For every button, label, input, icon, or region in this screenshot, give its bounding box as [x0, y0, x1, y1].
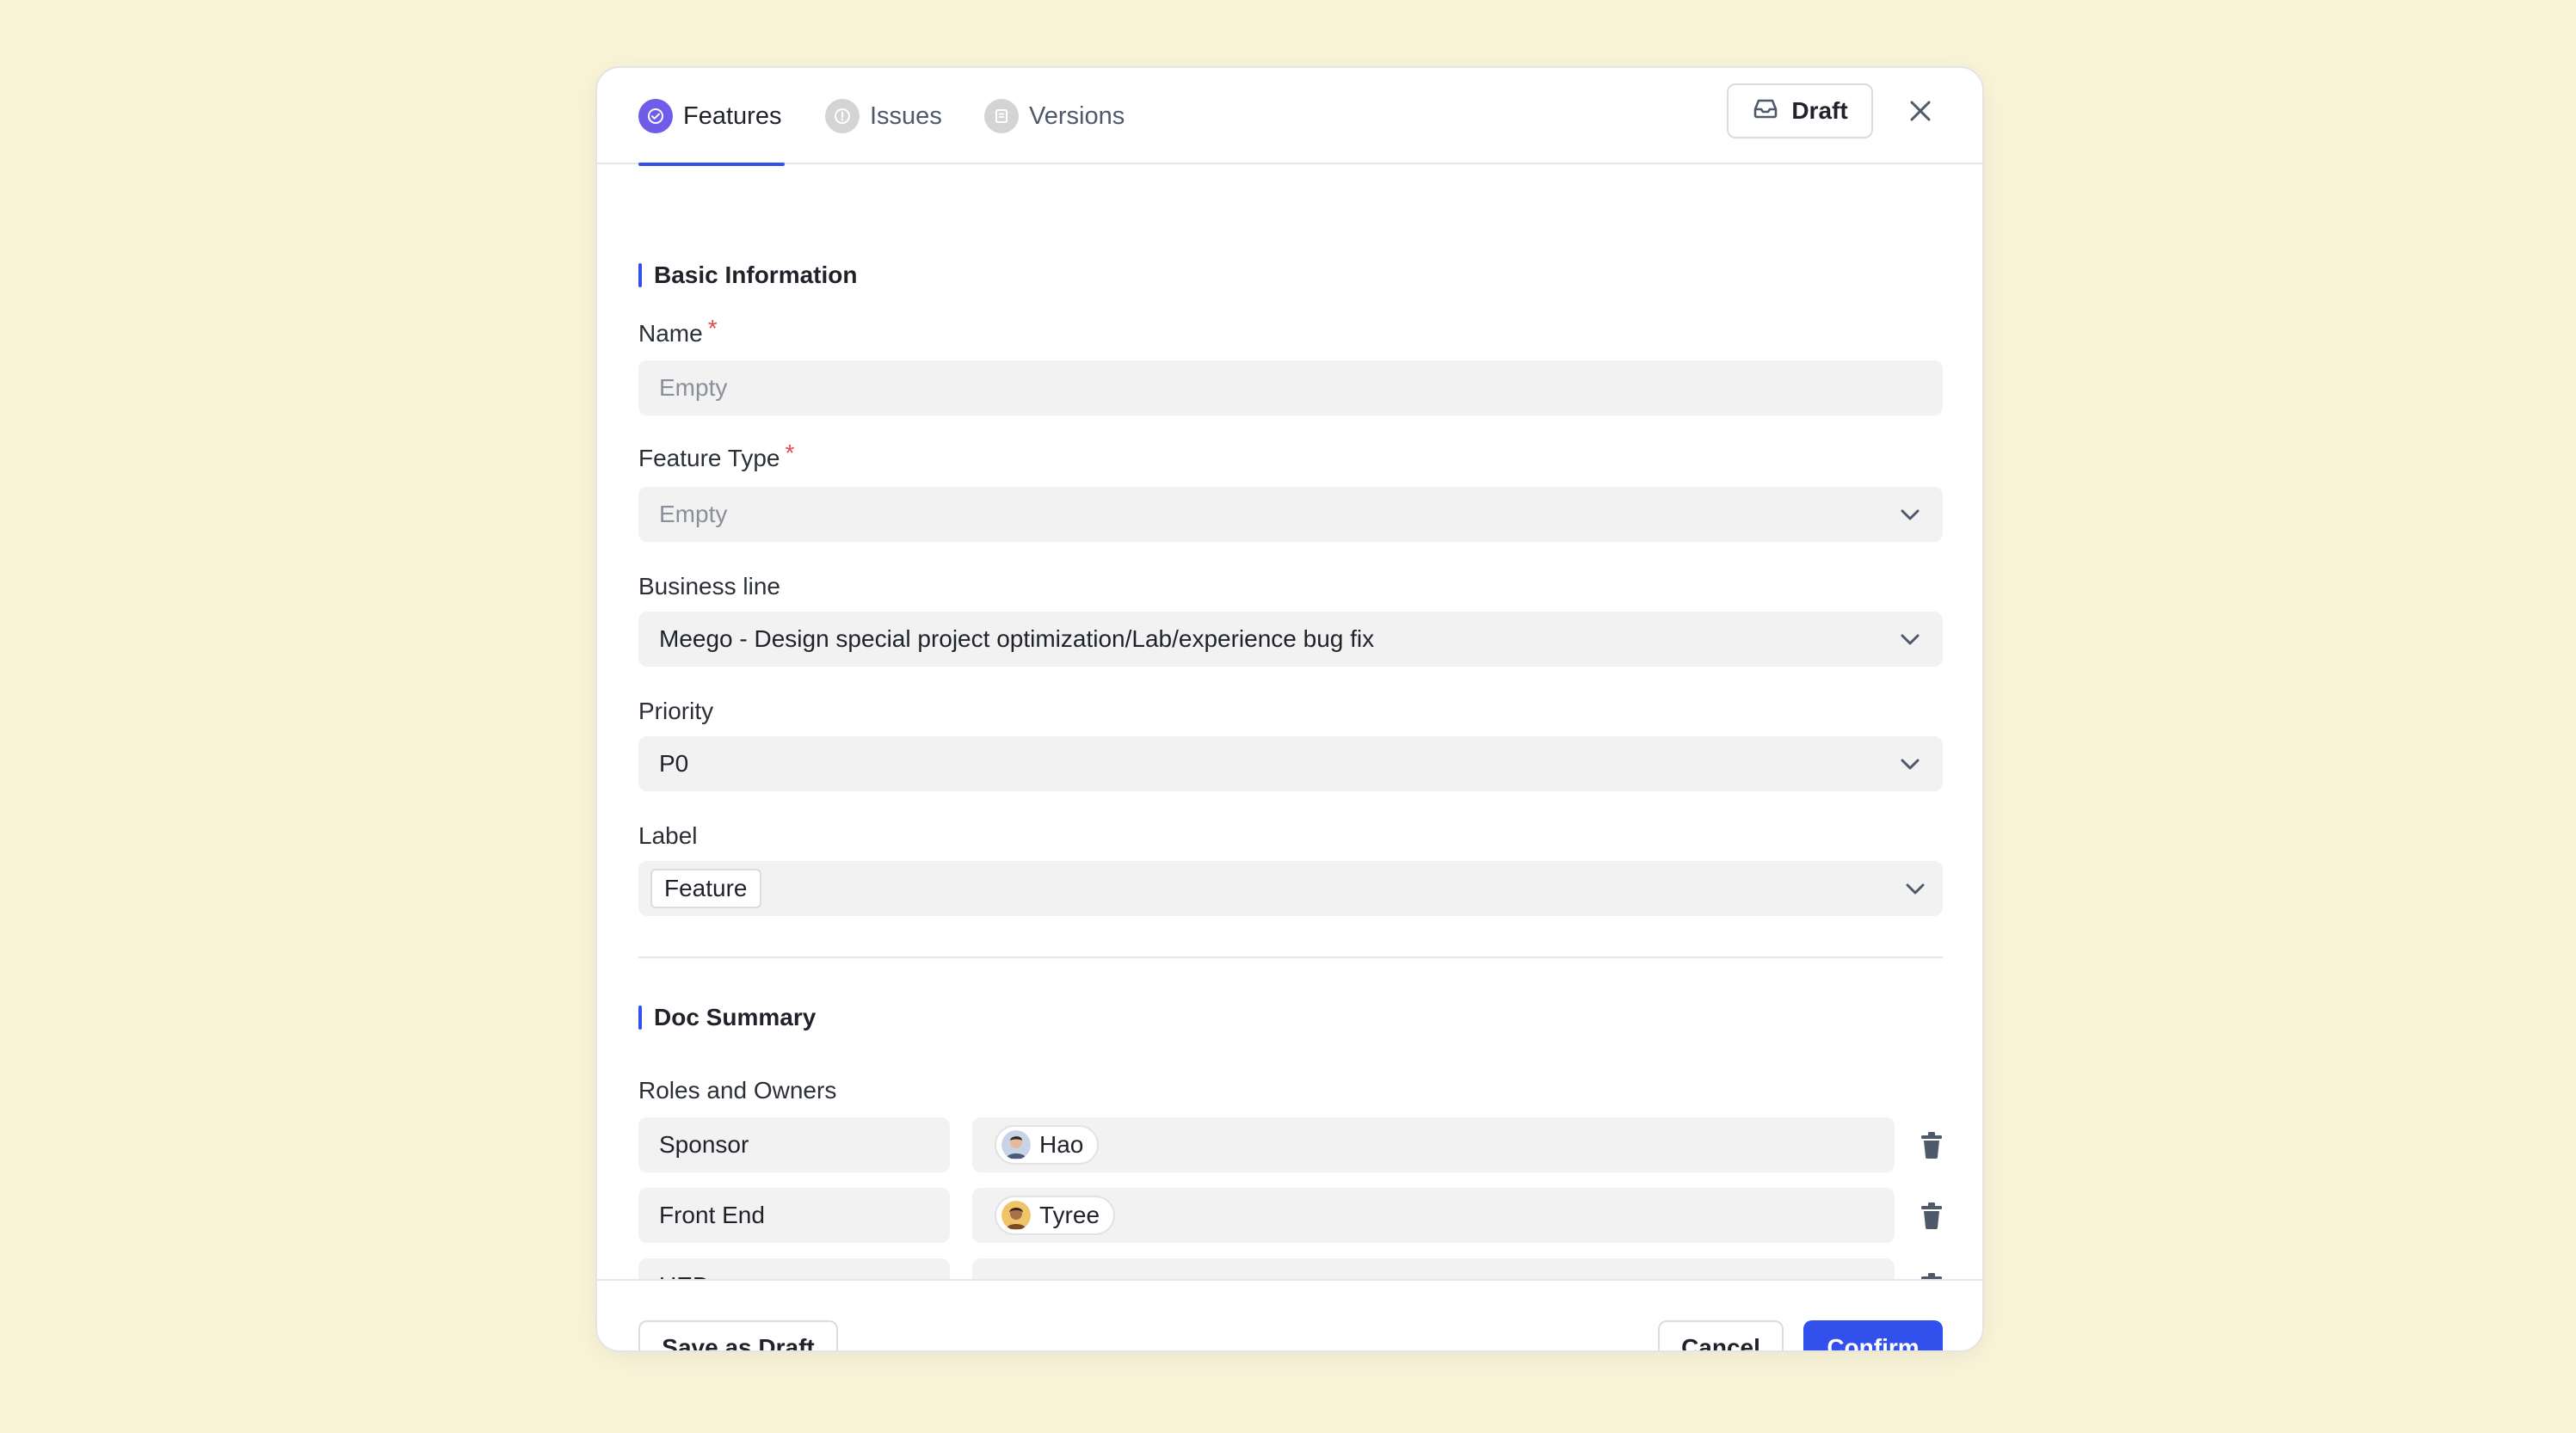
feature-type-label-text: Feature Type: [638, 445, 780, 471]
tab-issues-label: Issues: [870, 102, 942, 130]
priority-label: Priority: [638, 698, 714, 724]
business-line-value: Meego - Design special project optimizat…: [659, 625, 1375, 652]
name-label: Name *: [638, 315, 718, 347]
role-name-field[interactable]: Sponsor: [638, 1117, 950, 1172]
name-label-text: Name: [638, 320, 703, 347]
role-owner-field[interactable]: Hao: [972, 1117, 1895, 1172]
section-accent-bar: [638, 263, 642, 287]
form-content[interactable]: Basic Information Name * Empty Feature Ty…: [597, 164, 1982, 1279]
bookmark-icon: [984, 99, 1019, 133]
name-input[interactable]: Empty: [638, 360, 1943, 415]
owner-chip[interactable]: Hao: [995, 1125, 1100, 1165]
trash-icon[interactable]: [1919, 1130, 1944, 1159]
owner-name: Hao: [1039, 1131, 1084, 1158]
modal-footer: Save as Draft Cancel Confirm: [597, 1279, 1982, 1350]
business-line-select[interactable]: Meego - Design special project optimizat…: [638, 612, 1943, 667]
chevron-down-icon: [1901, 509, 1920, 520]
role-owner-field[interactable]: Tyree: [972, 1188, 1895, 1243]
name-placeholder: Empty: [659, 374, 728, 401]
priority-value: P0: [659, 750, 689, 777]
section-basic-information: Basic Information: [638, 261, 857, 289]
label-field-label: Label: [638, 822, 698, 849]
tab-issues[interactable]: Issues: [825, 99, 942, 164]
check-circle-icon: [638, 99, 673, 133]
tab-features-label: Features: [683, 102, 782, 130]
required-marker: *: [707, 315, 718, 341]
chevron-down-icon: [1901, 634, 1920, 645]
draft-button[interactable]: Draft: [1727, 83, 1873, 138]
avatar: [1001, 1130, 1031, 1159]
trash-icon[interactable]: [1919, 1271, 1944, 1279]
close-icon: [1910, 101, 1931, 121]
owner-chip[interactable]: Tyree: [995, 1196, 1116, 1235]
role-name: UED: [659, 1272, 710, 1279]
feature-type-placeholder: Empty: [659, 501, 728, 527]
section-title: Doc Summary: [654, 1004, 817, 1030]
section-divider: [638, 956, 1943, 958]
save-as-draft-button[interactable]: Save as Draft: [638, 1320, 838, 1350]
label-select[interactable]: Feature: [638, 861, 1943, 916]
alert-circle-icon: [825, 99, 860, 133]
avatar: [1001, 1201, 1031, 1230]
inbox-icon: [1752, 97, 1779, 126]
trash-icon[interactable]: [1919, 1201, 1944, 1230]
roles-owners-label: Roles and Owners: [638, 1077, 837, 1104]
feature-type-select[interactable]: Empty: [638, 487, 1943, 542]
label-tag[interactable]: Feature: [650, 869, 761, 908]
modal-header: Features Issues Versions Draft: [597, 68, 1982, 166]
role-name-field[interactable]: Front End: [638, 1188, 950, 1243]
owner-name: Tyree: [1039, 1202, 1100, 1228]
tab-features[interactable]: Features: [638, 99, 785, 166]
chevron-down-icon: [1901, 759, 1920, 770]
required-marker: *: [785, 440, 795, 466]
feature-type-label: Feature Type *: [638, 440, 794, 472]
tab-versions-label: Versions: [1029, 102, 1125, 130]
close-button[interactable]: [1905, 95, 1936, 126]
role-name-field[interactable]: UED: [638, 1258, 950, 1279]
tab-versions[interactable]: Versions: [984, 99, 1125, 164]
create-feature-modal: Features Issues Versions Draft Basic Inf…: [595, 66, 1984, 1352]
cancel-button[interactable]: Cancel: [1658, 1320, 1784, 1350]
section-doc-summary: Doc Summary: [638, 1004, 816, 1031]
confirm-button[interactable]: Confirm: [1803, 1320, 1943, 1350]
role-name: Front End: [659, 1202, 765, 1228]
role-owner-field[interactable]: [972, 1258, 1895, 1279]
chevron-down-icon: [1906, 883, 1925, 895]
section-accent-bar: [638, 1006, 642, 1030]
role-name: Sponsor: [659, 1131, 749, 1158]
section-title: Basic Information: [654, 261, 858, 288]
draft-label: Draft: [1791, 97, 1848, 124]
priority-select[interactable]: P0: [638, 736, 1943, 791]
business-line-label: Business line: [638, 573, 780, 600]
